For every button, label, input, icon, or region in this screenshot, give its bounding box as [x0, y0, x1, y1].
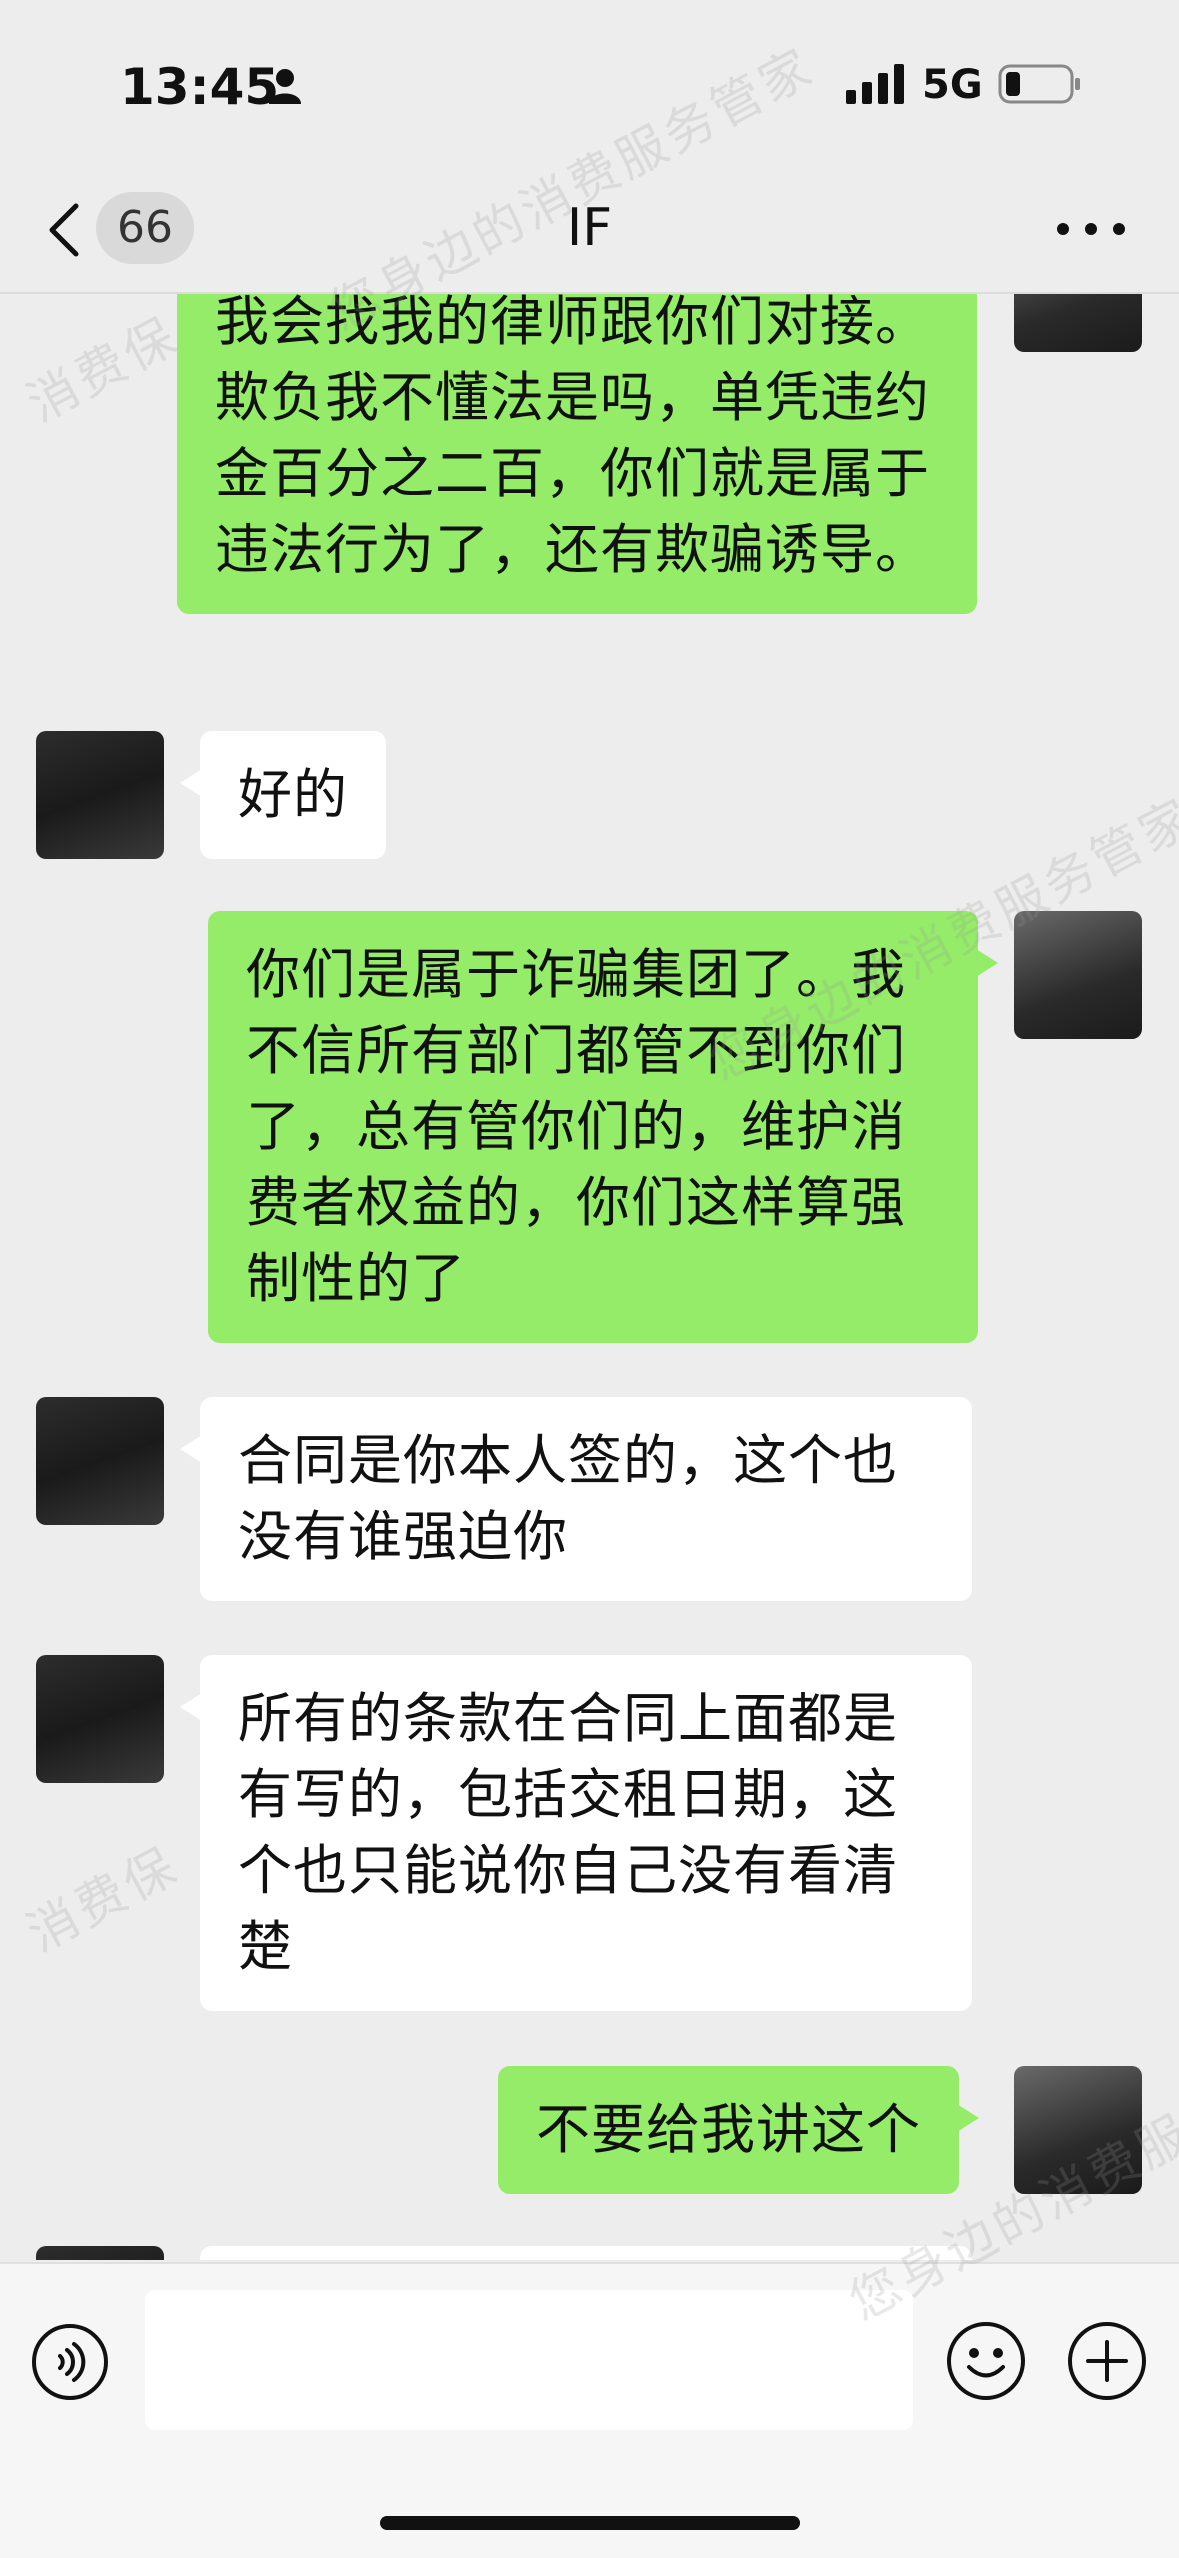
chat-header: 66 IF: [0, 170, 1179, 294]
message-text: 合同是你本人签的，这个也没有谁强迫你: [238, 1429, 898, 1568]
message-bubble-incoming[interactable]: 合同是你本人签的，这个也没有谁强迫你: [180, 1397, 972, 1601]
message-bubble-outgoing[interactable]: 不要给我讲这个: [498, 2066, 979, 2194]
message-bubble-incoming[interactable]: 好的: [180, 731, 386, 859]
signal-icon: [846, 64, 904, 104]
message-bubble-incoming[interactable]: [200, 2246, 972, 2260]
message-bubble-outgoing[interactable]: 我会找我的律师跟你们对接。欺负我不懂法是吗，单凭违约金百分之二百，你们就是属于违…: [177, 294, 977, 614]
message-text: 所有的条款在合同上面都是有写的，包括交租日期，这个也只能说你自己没有看清楚: [238, 1687, 898, 1978]
voice-icon[interactable]: [30, 2322, 110, 2402]
message-bubble-outgoing[interactable]: 你们是属于诈骗集团了。我不信所有部门都管不到你们了，总有管你们的，维护消费者权益…: [208, 911, 998, 1343]
network-type: 5G: [922, 62, 983, 108]
input-bar: [0, 2262, 1179, 2558]
avatar[interactable]: [36, 731, 164, 859]
message-text: 你们是属于诈骗集团了。我不信所有部门都管不到你们了，总有管你们的，维护消费者权益…: [246, 943, 906, 1310]
emoji-icon[interactable]: [945, 2320, 1027, 2402]
avatar[interactable]: [36, 1655, 164, 1783]
message-input[interactable]: [145, 2290, 913, 2430]
avatar[interactable]: [36, 2246, 164, 2260]
more-icon[interactable]: [1056, 222, 1126, 236]
message-text: 我会找我的律师跟你们对接。欺负我不懂法是吗，单凭违约金百分之二百，你们就是属于违…: [215, 294, 930, 581]
person-icon: [269, 69, 301, 104]
avatar[interactable]: [1014, 911, 1142, 1039]
message-text: 好的: [238, 763, 348, 826]
status-bar: 13:45 5G: [0, 0, 1179, 170]
home-indicator: [380, 2516, 800, 2530]
message-list[interactable]: 我会找我的律师跟你们对接。欺负我不懂法是吗，单凭违约金百分之二百，你们就是属于违…: [0, 294, 1179, 2260]
battery-icon: [998, 64, 1080, 104]
avatar[interactable]: [1014, 294, 1142, 352]
avatar[interactable]: [36, 1397, 164, 1525]
chat-title: IF: [566, 198, 613, 258]
avatar[interactable]: [1014, 2066, 1142, 2194]
status-time: 13:45: [120, 58, 280, 116]
plus-icon[interactable]: [1066, 2320, 1148, 2402]
message-text: 不要给我讲这个: [536, 2098, 921, 2161]
message-bubble-incoming[interactable]: 所有的条款在合同上面都是有写的，包括交租日期，这个也只能说你自己没有看清楚: [180, 1655, 972, 2011]
